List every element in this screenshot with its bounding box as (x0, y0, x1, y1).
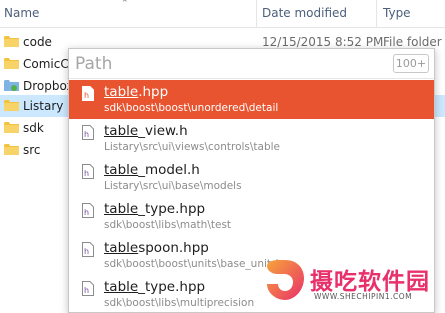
column-divider[interactable] (256, 0, 257, 28)
column-divider[interactable] (376, 0, 377, 28)
result-item[interactable]: h table_view.h Listary\src\ui\views\cont… (69, 119, 434, 158)
result-name: tablespoon.hpp (104, 240, 209, 256)
result-name-rest: _model.h (138, 162, 200, 178)
folder-icon (4, 144, 19, 155)
result-item[interactable]: h table_type.hpp sdk\boost\libs\multipre… (69, 275, 434, 312)
result-name-rest: _type.hpp (138, 279, 206, 295)
column-header-date[interactable]: Date modified (262, 6, 347, 20)
result-path: sdk\boost\boost\unordered\detail (104, 102, 279, 114)
result-name-match: table (104, 123, 139, 139)
file-name: sdk (23, 121, 44, 135)
result-name: table_view.h (104, 123, 188, 139)
result-path: sdk\boost\libs\math\test (104, 219, 232, 231)
result-item[interactable]: h table_model.h Listary\src\ui\base\mode… (69, 158, 434, 197)
column-headers: Name ⌃ Date modified Type (0, 0, 445, 28)
result-path: Listary\src\ui\views\controls\table (104, 141, 281, 153)
result-path: sdk\boost\libs\multiprecision (104, 297, 255, 309)
result-name: table.hpp (104, 84, 168, 100)
result-name-match: table (104, 201, 139, 217)
header-file-icon: h (82, 242, 94, 257)
file-date: 12/15/2015 8:52 PM (262, 35, 384, 49)
result-name-match: table (104, 279, 139, 295)
result-name: table_model.h (104, 162, 200, 178)
sort-up-icon: ⌃ (121, 0, 129, 8)
column-header-name[interactable]: Name (4, 6, 39, 20)
result-name-rest: .hpp (138, 84, 169, 100)
folder-icon (4, 122, 19, 133)
result-count-badge: 100+ (393, 54, 429, 73)
search-input[interactable] (75, 52, 375, 76)
column-header-type[interactable]: Type (383, 6, 411, 20)
dropbox-icon (4, 80, 19, 91)
result-name-match: table (104, 84, 139, 100)
header-file-icon: h (82, 125, 94, 140)
header-file-icon: h (82, 281, 94, 296)
folder-icon (4, 100, 19, 111)
folder-icon (4, 58, 19, 69)
svg-text:h: h (84, 286, 89, 295)
result-path: sdk\boost\boost\units\base_units\us (104, 258, 293, 270)
result-name-match: table (104, 240, 139, 256)
result-name-rest: _type.hpp (138, 201, 206, 217)
result-item[interactable]: h tablespoon.hpp sdk\boost\boost\units\b… (69, 236, 434, 275)
file-name: src (23, 143, 41, 157)
search-bar: 100+ (69, 49, 434, 79)
svg-text:h: h (84, 169, 89, 178)
header-file-icon: h (82, 86, 94, 101)
result-item[interactable]: h table_type.hpp sdk\boost\libs\math\tes… (69, 197, 434, 236)
result-name: table_type.hpp (104, 279, 205, 295)
result-item[interactable]: h table.hpp sdk\boost\boost\unordered\de… (69, 80, 434, 119)
file-name: Listary (23, 99, 64, 113)
svg-text:h: h (84, 91, 89, 100)
svg-text:h: h (84, 247, 89, 256)
header-file-icon: h (82, 203, 94, 218)
result-name: table_type.hpp (104, 201, 205, 217)
file-type: File folder (383, 35, 442, 49)
result-name-rest: _view.h (138, 123, 188, 139)
listary-search-popup: 100+ h table.hpp sdk\boost\boost\unorder… (68, 48, 435, 313)
folder-icon (4, 36, 19, 47)
svg-text:h: h (84, 130, 89, 139)
result-path: Listary\src\ui\base\models (104, 180, 242, 192)
svg-text:h: h (84, 208, 89, 217)
result-name-rest: spoon.hpp (138, 240, 209, 256)
file-name: Dropbox (23, 79, 74, 93)
file-name: code (23, 35, 52, 49)
result-name-match: table (104, 162, 139, 178)
header-file-icon: h (82, 164, 94, 179)
